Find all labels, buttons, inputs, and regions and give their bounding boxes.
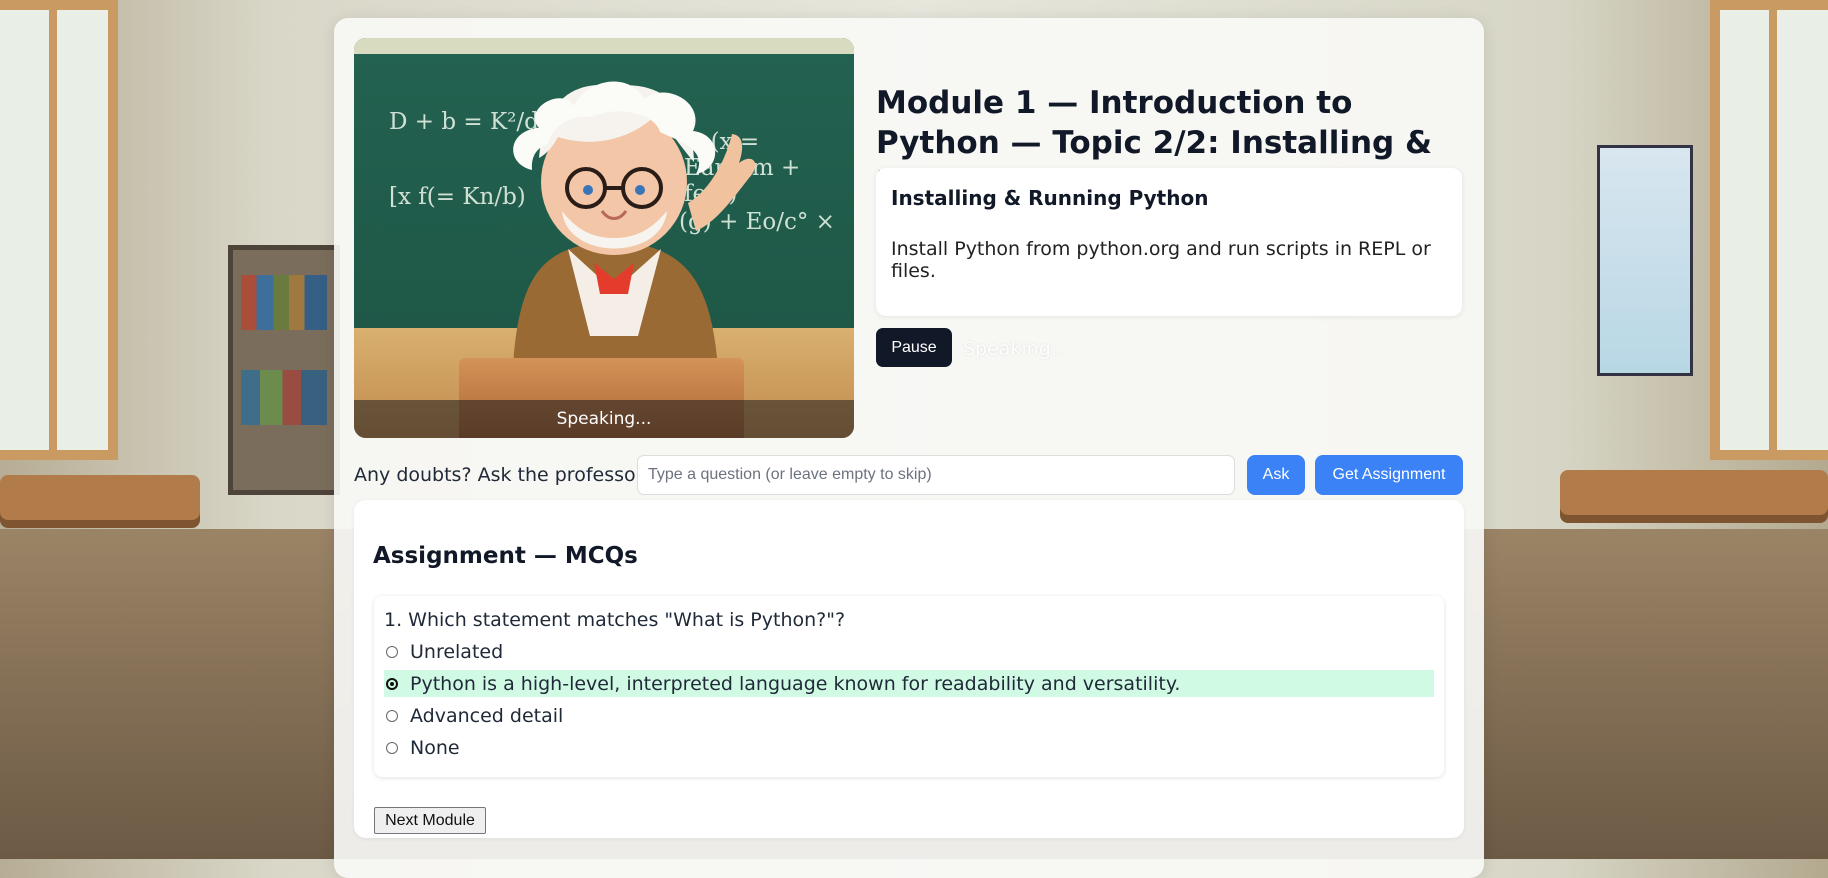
ask-button[interactable]: Ask: [1247, 455, 1305, 495]
mcq-option-label: None: [410, 736, 460, 759]
question-row: Any doubts? Ask the professor: Ask Get A…: [354, 455, 1464, 497]
radio-button-unchecked[interactable]: [386, 709, 398, 722]
mcq-option-unrelated[interactable]: Unrelated: [384, 638, 1434, 665]
topic-title: Installing & Running Python: [891, 186, 1209, 210]
mcq-option-advanced-detail[interactable]: Advanced detail: [384, 702, 1434, 729]
topic-description: Install Python from python.org and run s…: [891, 238, 1431, 282]
radio-button-checked[interactable]: [386, 677, 398, 690]
professor-avatar-card: D + b = K²/d [x f(= Kn/b) + (x = Ean/um …: [354, 38, 854, 438]
assignment-card: Assignment — MCQs 1. Which statement mat…: [354, 500, 1464, 838]
get-assignment-button[interactable]: Get Assignment: [1315, 455, 1463, 495]
mcq-option-none[interactable]: None: [384, 734, 1434, 761]
mcq-option-label: Unrelated: [410, 640, 504, 663]
mcq-question-text: 1. Which statement matches "What is Pyth…: [384, 609, 846, 631]
professor-speaking-indicator: Speaking...: [354, 400, 854, 438]
mcq-option-label: Advanced detail: [410, 704, 564, 727]
lesson-panel: D + b = K²/d [x f(= Kn/b) + (x = Ean/um …: [334, 18, 1484, 878]
mcq-question-card: 1. Which statement matches "What is Pyth…: [374, 596, 1444, 777]
left-window: [0, 0, 118, 460]
mcq-option-correct-selected[interactable]: Python is a high-level, interpreted lang…: [384, 670, 1434, 697]
right-window: [1710, 0, 1828, 460]
background-desk: [0, 475, 200, 520]
next-module-button[interactable]: Next Module: [374, 807, 486, 834]
question-input[interactable]: [637, 455, 1235, 495]
background-desk: [1560, 470, 1828, 515]
speaking-status: Speaking...: [963, 338, 1069, 360]
wall-map: [1597, 145, 1693, 376]
question-label: Any doubts? Ask the professor:: [354, 464, 650, 486]
mcq-option-label: Python is a high-level, interpreted lang…: [410, 672, 1181, 695]
radio-button-unchecked[interactable]: [386, 645, 398, 658]
bookshelf: [228, 245, 340, 495]
assignment-title: Assignment — MCQs: [373, 543, 638, 569]
topic-summary-card: Installing & Running Python Install Pyth…: [876, 168, 1462, 316]
radio-button-unchecked[interactable]: [386, 741, 398, 754]
pause-button[interactable]: Pause: [876, 328, 952, 367]
